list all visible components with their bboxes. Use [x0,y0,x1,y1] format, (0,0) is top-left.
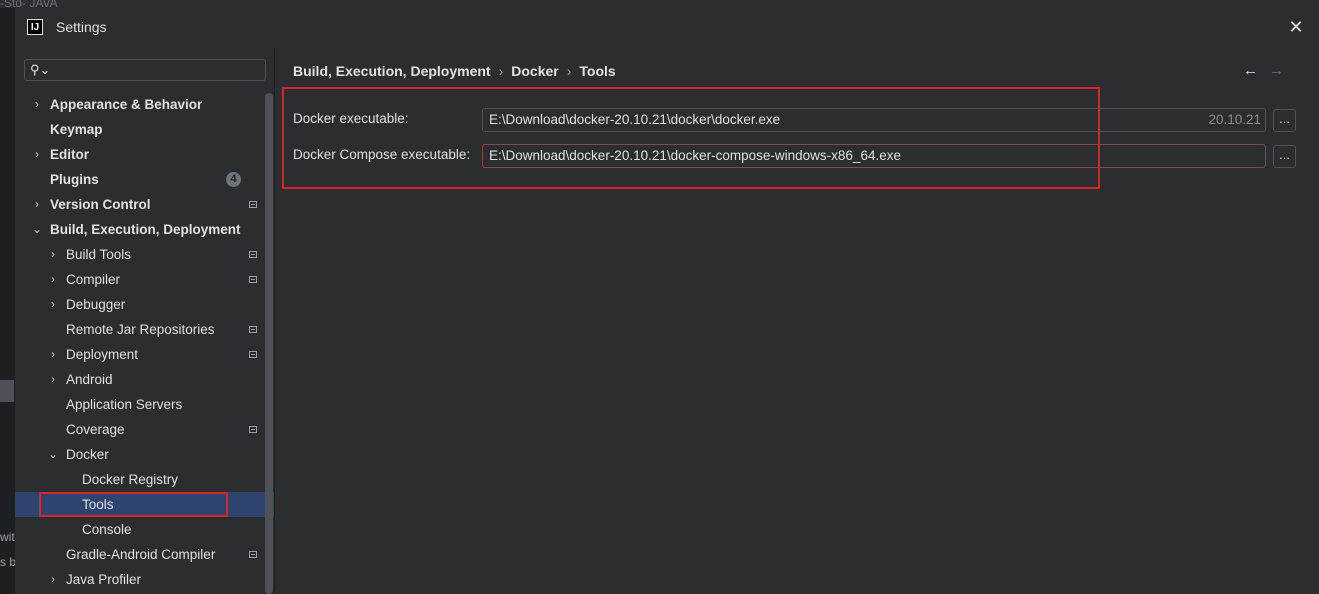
sidebar-item-label: Appearance & Behavior [50,97,203,112]
sidebar-item-label: Compiler [66,272,121,287]
sidebar-item-label: Docker Registry [82,472,179,487]
chevron-right-icon[interactable]: › [31,192,43,217]
project-level-icon [249,276,257,283]
sidebar-item[interactable]: Docker Registry [15,467,274,492]
docker-version: 20.10.21 [1208,112,1261,127]
sidebar-item[interactable]: › Compiler [15,267,274,292]
chevron-right-icon[interactable]: › [47,342,59,367]
chevron-down-icon[interactable]: ⌄ [47,442,59,467]
sidebar-item-label: Gradle-Android Compiler [66,547,216,562]
sidebar-item-label: Console [82,522,132,537]
search-input[interactable]: ⚲⌄ [24,59,266,81]
sidebar-item[interactable]: Keymap [15,117,274,142]
search-icon: ⚲⌄ [30,62,51,77]
sidebar-item[interactable]: › Appearance & Behavior [15,92,274,117]
project-level-icon [249,251,257,258]
sidebar-item[interactable]: ⌄ Build, Execution, Deployment [15,217,274,242]
breadcrumb-separator: › [498,63,504,79]
sidebar-item-label: Remote Jar Repositories [66,322,215,337]
breadcrumb-item: Tools [579,63,616,79]
ide-text-2: wit [0,530,15,544]
sidebar-item-label: Java Profiler [66,572,142,587]
browse-docker-button[interactable]: ... [1273,109,1296,132]
chevron-right-icon[interactable]: › [47,367,59,392]
browse-compose-button[interactable]: ... [1273,145,1296,168]
breadcrumb: Build, Execution, Deployment › Docker › Tool… [293,63,616,79]
breadcrumb-item[interactable]: Build, Execution, Deployment [293,63,491,79]
forward-arrow-icon[interactable]: → [1269,62,1284,79]
sidebar-item[interactable]: › Editor [15,142,274,167]
sidebar-item[interactable]: › Version Control [15,192,274,217]
sidebar-item-label: Docker [66,447,109,462]
sidebar-item-label: Editor [50,147,89,162]
sidebar-item-label: Keymap [50,122,103,137]
chevron-right-icon[interactable]: › [31,142,43,167]
sidebar-item-label: Debugger [66,297,126,312]
sidebar-item[interactable]: Console [15,517,274,542]
sidebar-item[interactable]: › Java Profiler [15,567,274,592]
sidebar-item[interactable]: › Build Tools [15,242,274,267]
sidebar-item[interactable]: Coverage [15,417,274,442]
ide-block [0,380,14,402]
back-arrow-icon[interactable]: ← [1243,62,1258,79]
project-level-icon [249,351,257,358]
title-bar: IJ Settings ✕ [15,8,1319,48]
sidebar-item-label: Build, Execution, Deployment [50,222,241,237]
sidebar-item[interactable]: Application Servers [15,392,274,417]
project-level-icon [249,426,257,433]
sidebar-item[interactable]: › Android [15,367,274,392]
chevron-right-icon[interactable]: › [47,292,59,317]
chevron-right-icon[interactable]: › [47,267,59,292]
project-level-icon [249,201,257,208]
breadcrumb-separator: › [566,63,572,79]
breadcrumb-item[interactable]: Docker [511,63,558,79]
chevron-down-icon[interactable]: ⌄ [31,217,43,242]
sidebar-item[interactable]: › Deployment [15,342,274,367]
intellij-icon: IJ [27,19,43,35]
sidebar-item-label: Coverage [66,422,125,437]
chevron-right-icon[interactable]: › [31,92,43,117]
sidebar-item-label: Version Control [50,197,151,212]
ide-text-3: s b [0,555,17,569]
sidebar-item[interactable]: Plugins 4 [15,167,274,192]
sidebar-item[interactable]: ⌄ Docker [15,442,274,467]
sidebar-scrollbar[interactable] [265,93,273,594]
highlight-box [39,492,228,517]
sidebar-item[interactable]: Remote Jar Repositories [15,317,274,342]
sidebar-item-label: Application Servers [66,397,183,412]
sidebar-item[interactable]: › Debugger [15,292,274,317]
close-icon[interactable]: ✕ [1285,16,1307,38]
dialog-title: Settings [56,19,107,35]
plugin-count-badge: 4 [226,172,241,187]
highlight-box [282,87,1100,189]
sidebar-item-label: Deployment [66,347,139,362]
project-level-icon [249,326,257,333]
chevron-right-icon[interactable]: › [47,242,59,267]
ide-toolbar [0,0,1319,8]
sidebar-item-label: Android [66,372,113,387]
chevron-right-icon[interactable]: › [47,567,59,592]
project-level-icon [249,551,257,558]
sidebar-item-label: Build Tools [66,247,132,262]
sidebar-item[interactable]: Gradle-Android Compiler [15,542,274,567]
sidebar-item-label: Plugins [50,172,99,187]
